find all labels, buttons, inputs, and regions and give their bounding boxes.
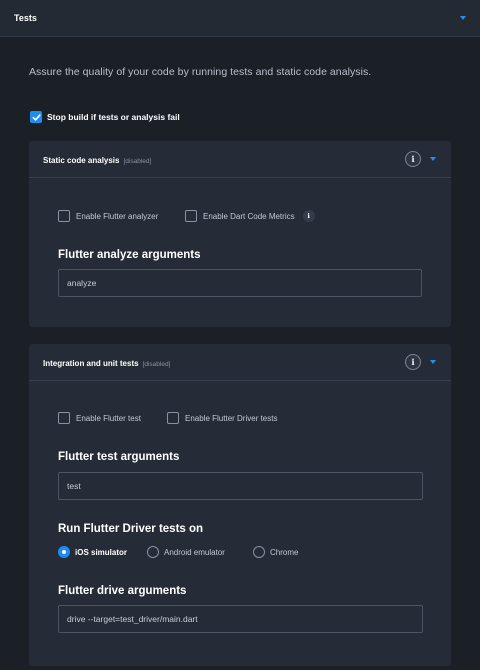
disabled-tag: [disabled]: [142, 361, 171, 368]
enable-flutter-test-option[interactable]: Enable Flutter test: [58, 412, 141, 424]
radio-ios-simulator[interactable]: iOS simulator: [58, 546, 127, 558]
info-icon[interactable]: i: [302, 210, 315, 222]
checkmark-icon: [32, 113, 41, 121]
enable-flutter-analyzer-option[interactable]: Enable Flutter analyzer: [58, 210, 158, 222]
section-title: Tests: [14, 13, 37, 23]
radio-label: iOS simulator: [75, 547, 128, 557]
chevron-down-icon[interactable]: [430, 360, 436, 364]
integration-tests-header[interactable]: Integration and unit tests [disabled] i: [29, 344, 451, 381]
radio-label: Chrome: [270, 547, 299, 557]
analyze-arguments-heading: Flutter analyze arguments: [58, 249, 201, 261]
static-analysis-header[interactable]: Static code analysis [disabled] i: [29, 141, 451, 178]
enable-dart-code-metrics-option[interactable]: Enable Dart Code Metrics i: [185, 210, 315, 222]
enable-flutter-driver-option[interactable]: Enable Flutter Driver tests: [167, 412, 277, 424]
test-arguments-input[interactable]: test: [58, 472, 423, 500]
analyze-arguments-input[interactable]: analyze: [58, 269, 422, 297]
radio-button[interactable]: [253, 546, 265, 558]
static-analysis-panel: Static code analysis [disabled] i Enable …: [29, 141, 451, 327]
stop-build-label: Stop build if tests or analysis fail: [47, 112, 180, 122]
info-icon[interactable]: i: [405, 151, 421, 167]
drive-arguments-input[interactable]: drive --target=test_driver/main.dart: [58, 605, 423, 633]
checkbox-label: Enable Flutter Driver tests: [185, 413, 278, 423]
radio-button[interactable]: [147, 546, 159, 558]
drive-arguments-heading: Flutter drive arguments: [58, 585, 187, 597]
stop-build-checkbox-row[interactable]: Stop build if tests or analysis fail: [30, 111, 180, 123]
enable-flutter-analyzer-checkbox[interactable]: [58, 210, 70, 222]
stop-build-checkbox[interactable]: [30, 111, 42, 123]
radio-chrome[interactable]: Chrome: [253, 546, 298, 558]
radio-label: Android emulator: [164, 547, 225, 557]
checkbox-label: Enable Flutter analyzer: [76, 211, 159, 221]
radio-android-emulator[interactable]: Android emulator: [147, 546, 225, 558]
integration-tests-panel: Integration and unit tests [disabled] i E…: [29, 344, 451, 666]
radio-button[interactable]: [58, 546, 70, 558]
info-icon[interactable]: i: [405, 354, 421, 370]
enable-flutter-test-checkbox[interactable]: [58, 412, 70, 424]
tests-section-header[interactable]: Tests: [0, 0, 480, 37]
disabled-tag: [disabled]: [123, 158, 152, 165]
panel-title: Integration and unit tests: [43, 359, 139, 368]
driver-target-heading: Run Flutter Driver tests on: [58, 523, 204, 535]
section-description: Assure the quality of your code by runni…: [29, 66, 372, 78]
chevron-down-icon[interactable]: [460, 16, 466, 20]
checkbox-label: Enable Flutter test: [76, 413, 141, 423]
panel-title: Static code analysis: [43, 156, 120, 165]
enable-dart-code-metrics-checkbox[interactable]: [185, 210, 197, 222]
chevron-down-icon[interactable]: [430, 157, 436, 161]
checkbox-label: Enable Dart Code Metrics: [203, 211, 295, 221]
enable-flutter-driver-checkbox[interactable]: [167, 412, 179, 424]
test-arguments-heading: Flutter test arguments: [58, 451, 180, 463]
